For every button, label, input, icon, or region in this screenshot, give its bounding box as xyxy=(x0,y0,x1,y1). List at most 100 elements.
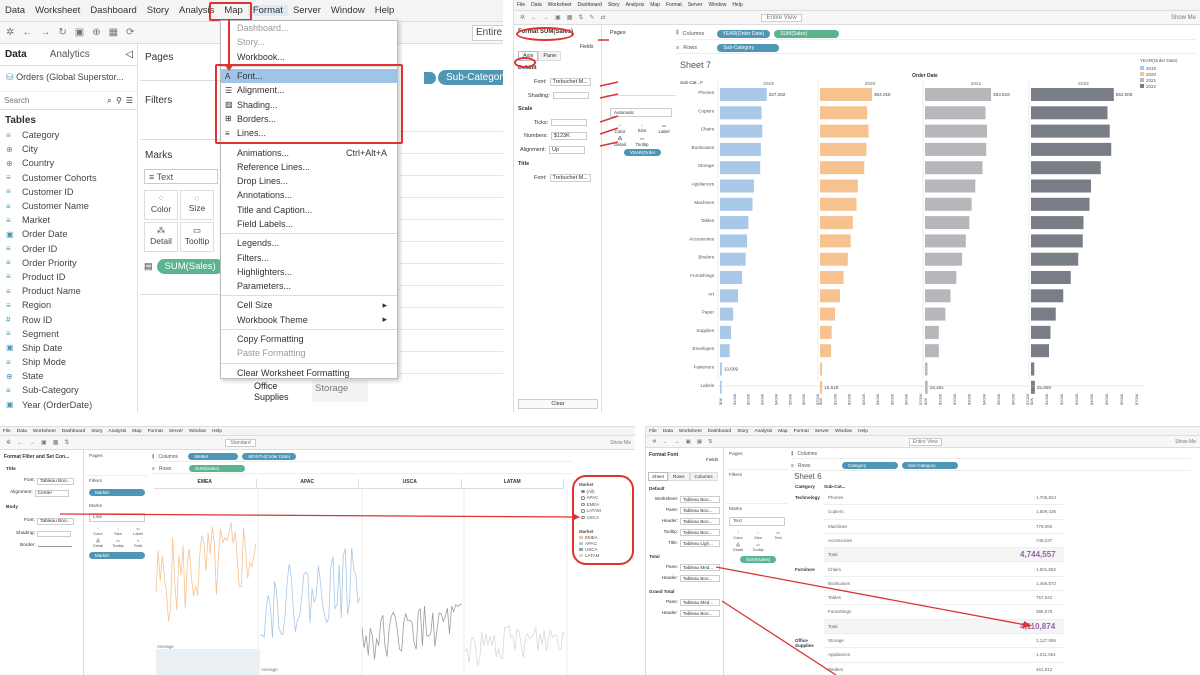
forward-icon[interactable]: → xyxy=(40,27,50,38)
filter-icon[interactable]: ⚲ xyxy=(116,96,122,105)
view-options-icon[interactable]: ☰ xyxy=(126,96,133,105)
format-menu-legends[interactable]: Legends... xyxy=(221,236,397,250)
field-order-id[interactable]: ≡ Order ID xyxy=(0,242,137,256)
format-menu-field-labels[interactable]: Field Labels... xyxy=(221,217,397,231)
format-menu-annotations[interactable]: Annotations... xyxy=(221,188,397,202)
field-product-id[interactable]: ≡ Product ID xyxy=(0,270,137,284)
menu-map[interactable]: Map xyxy=(775,429,790,434)
format-menu-copy-formatting[interactable]: Copy Formatting xyxy=(221,332,397,346)
field-region[interactable]: ≡ Region xyxy=(0,298,137,312)
menu-dashboard[interactable]: Dashboard xyxy=(85,5,141,16)
format-menu-animations[interactable]: Animations... Ctrl+Alt+A xyxy=(221,145,397,159)
field-product-name[interactable]: ≡ Product Name xyxy=(0,284,137,298)
menu-worksheet[interactable]: Worksheet xyxy=(676,429,705,434)
default-font-select[interactable]: Tableau Ligh... xyxy=(680,540,720,547)
field-category[interactable]: ≡ Category xyxy=(0,128,137,142)
search-input[interactable] xyxy=(4,96,103,105)
refresh-icon[interactable]: ⟳ xyxy=(126,27,134,38)
sort-icon[interactable]: ⇅ xyxy=(708,439,713,445)
field-order-date[interactable]: ▣ Order Date xyxy=(0,227,137,241)
field-segment[interactable]: ≡ Segment xyxy=(0,327,137,341)
back-icon[interactable]: ← xyxy=(663,439,669,445)
menu-file[interactable]: File xyxy=(646,429,660,434)
view-select[interactable]: Entire View xyxy=(908,437,942,446)
format-menu-drop-lines[interactable]: Drop Lines... xyxy=(221,174,397,188)
default-font-select[interactable]: Tableau Boo... xyxy=(680,496,720,503)
legend-item-2022[interactable]: 2022 xyxy=(1140,83,1178,89)
format-menu-highlighters[interactable]: Highlighters... xyxy=(221,265,397,279)
tab-columns[interactable]: Columns xyxy=(689,472,718,481)
text-button[interactable]: ▭ Text xyxy=(769,530,787,540)
format-menu-filters[interactable]: Filters... xyxy=(221,250,397,264)
mark-type-select[interactable]: Text xyxy=(729,517,785,526)
color-button[interactable]: ⁘ Color xyxy=(144,190,178,220)
field-customer-id[interactable]: ≡ Customer ID xyxy=(0,185,137,199)
forward-icon[interactable]: → xyxy=(674,439,680,445)
add-datasource-icon[interactable]: ⊕ xyxy=(92,27,100,38)
field-ship-date[interactable]: ▣ Ship Date xyxy=(0,341,137,355)
menu-analysis[interactable]: Analysis xyxy=(751,429,775,434)
detail-button[interactable]: ⁂ Detail xyxy=(729,542,747,552)
total-pane-select[interactable]: Tableau Med... xyxy=(680,564,720,571)
menu-data[interactable]: Data xyxy=(0,5,30,16)
field-customer-name[interactable]: ≡ Customer Name xyxy=(0,199,137,213)
format-menu-title-and-caption[interactable]: Title and Caption... xyxy=(221,203,397,217)
tooltip-button[interactable]: ▭ Tooltip xyxy=(749,542,767,552)
grand-header-select[interactable]: Tableau Boo... xyxy=(680,610,720,617)
fields-dropdown[interactable]: Fields xyxy=(706,457,718,462)
datasource-item[interactable]: ⛁ Orders (Global Superstor... xyxy=(0,66,137,92)
menu-data[interactable]: Data xyxy=(660,429,676,434)
new-sheet-icon[interactable]: ▦ xyxy=(697,439,702,445)
menu-window[interactable]: Window xyxy=(832,429,855,434)
tab-data[interactable]: Data xyxy=(0,49,32,60)
menu-story[interactable]: Story xyxy=(734,429,751,434)
back-icon[interactable]: ← xyxy=(22,27,32,38)
sub-category-pill[interactable]: Sub-Category xyxy=(438,70,503,85)
minimize-icon[interactable]: ◁ xyxy=(125,49,137,60)
default-font-select[interactable]: Tableau Boo... xyxy=(680,529,720,536)
tab-sheet[interactable]: Sheet xyxy=(648,472,669,481)
menu-window[interactable]: Window xyxy=(326,5,370,16)
field-market[interactable]: ≡ Market xyxy=(0,213,137,227)
field-country[interactable]: ⊕ Country xyxy=(0,156,137,170)
menu-server[interactable]: Server xyxy=(812,429,832,434)
tab-storage[interactable]: Storage xyxy=(312,380,368,402)
sum-sales-text-pill[interactable]: SUM(Sales) xyxy=(740,556,777,563)
default-font-select[interactable]: Tableau Boo... xyxy=(680,518,720,525)
field-state[interactable]: ⊕ State xyxy=(0,369,137,383)
menu-story[interactable]: Story xyxy=(142,5,174,16)
category-pill[interactable]: Category xyxy=(841,462,898,469)
total-header-select[interactable]: Tableau Boo... xyxy=(680,575,720,582)
format-menu-reference-lines[interactable]: Reference Lines... xyxy=(221,160,397,174)
tooltip-button[interactable]: ▭ Tooltip xyxy=(180,222,214,252)
format-menu-workbook-theme[interactable]: Workbook Theme ▸ xyxy=(221,313,397,327)
sum-sales-pill[interactable]: SUM(Sales) xyxy=(156,259,224,274)
menu-server[interactable]: Server xyxy=(288,5,326,16)
menu-worksheet[interactable]: Worksheet xyxy=(30,5,85,16)
tab-office-supplies[interactable]: Office Supplies xyxy=(254,381,310,403)
menu-help[interactable]: Help xyxy=(370,5,400,16)
field-order-priority[interactable]: ≡ Order Priority xyxy=(0,256,137,270)
format-menu-workbook[interactable]: Workbook... xyxy=(221,50,397,64)
format-menu-clear-worksheet-formatting[interactable]: Clear Worksheet Formatting xyxy=(221,366,397,380)
detail-button[interactable]: ⁂ Detail xyxy=(144,222,178,252)
field-customer-cohorts[interactable]: ≡ Customer Cohorts xyxy=(0,171,137,185)
menu-format[interactable]: Format xyxy=(247,5,288,16)
mark-type-select[interactable]: ≡ Text xyxy=(144,169,218,184)
default-font-select[interactable]: Tableau Boo... xyxy=(680,507,720,514)
fit-select[interactable]: Entire xyxy=(472,25,503,41)
field-city[interactable]: ⊕ City xyxy=(0,142,137,156)
field-ship-mode[interactable]: ≡ Ship Mode xyxy=(0,355,137,369)
save-icon[interactable]: ▣ xyxy=(75,27,84,38)
new-sheet-icon[interactable]: ▦ xyxy=(109,27,118,38)
format-menu-cell-size[interactable]: Cell Size ▸ xyxy=(221,298,397,312)
field-year-orderdate[interactable]: ▣ Year (OrderDate) xyxy=(0,398,137,412)
sub-category-pill[interactable]: Sub-Category xyxy=(901,462,958,469)
tab-analytics[interactable]: Analytics xyxy=(32,49,108,60)
menu-format[interactable]: Format xyxy=(791,429,812,434)
menu-dashboard[interactable]: Dashboard xyxy=(705,429,734,434)
size-button[interactable]: ◌ Size xyxy=(180,190,214,220)
field-row-id[interactable]: # Row ID xyxy=(0,312,137,326)
color-button[interactable]: ⁘ Color xyxy=(729,530,747,540)
redo-icon[interactable]: ↻ xyxy=(58,27,66,38)
